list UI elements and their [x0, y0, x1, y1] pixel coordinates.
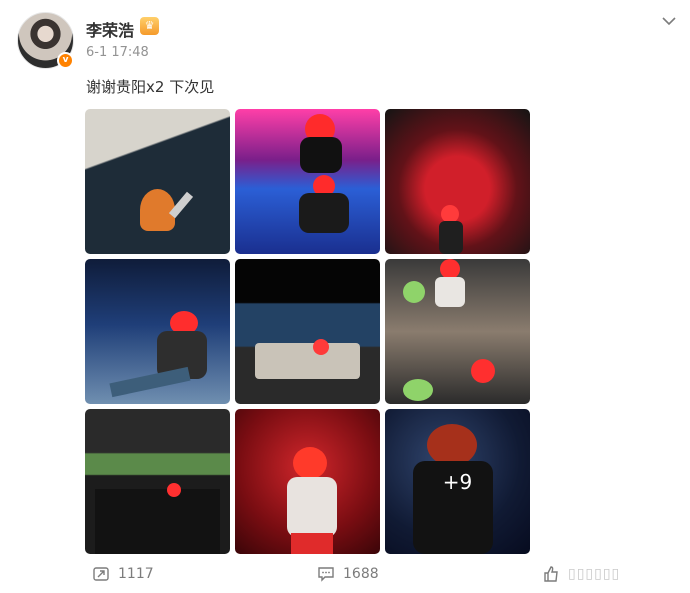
photo-8[interactable]: [235, 409, 380, 554]
photo-4[interactable]: [85, 259, 230, 404]
crown-badge-icon[interactable]: ♛: [140, 17, 159, 35]
comment-count: 1688: [343, 566, 379, 582]
photo-5[interactable]: [235, 259, 380, 404]
comment-button[interactable]: 1688: [317, 565, 379, 583]
photo-2[interactable]: [235, 109, 380, 254]
photo-3[interactable]: [385, 109, 530, 254]
like-icon: [544, 566, 558, 582]
photo-7[interactable]: [85, 409, 230, 554]
username[interactable]: 李荣浩: [86, 17, 134, 41]
photo-9[interactable]: +9: [385, 409, 530, 554]
repost-count: 1117: [118, 566, 154, 582]
post-text: 谢谢贵阳x2 下次见: [86, 78, 215, 96]
photo-grid: +9: [85, 109, 530, 554]
verified-badge: v: [57, 52, 74, 69]
repost-button[interactable]: 1117: [92, 565, 154, 583]
chevron-down-icon[interactable]: [661, 13, 677, 29]
photo-6[interactable]: [385, 259, 530, 404]
comment-icon: [318, 567, 334, 582]
photo-1[interactable]: [85, 109, 230, 254]
repost-icon: [93, 567, 109, 581]
more-photos-overlay[interactable]: +9: [385, 409, 530, 554]
like-button[interactable]: ▯▯▯▯▯▯: [542, 565, 620, 583]
post-timestamp[interactable]: 6-1 17:48: [86, 45, 149, 60]
more-photos-count: +9: [442, 469, 473, 494]
like-count: ▯▯▯▯▯▯: [568, 566, 621, 582]
